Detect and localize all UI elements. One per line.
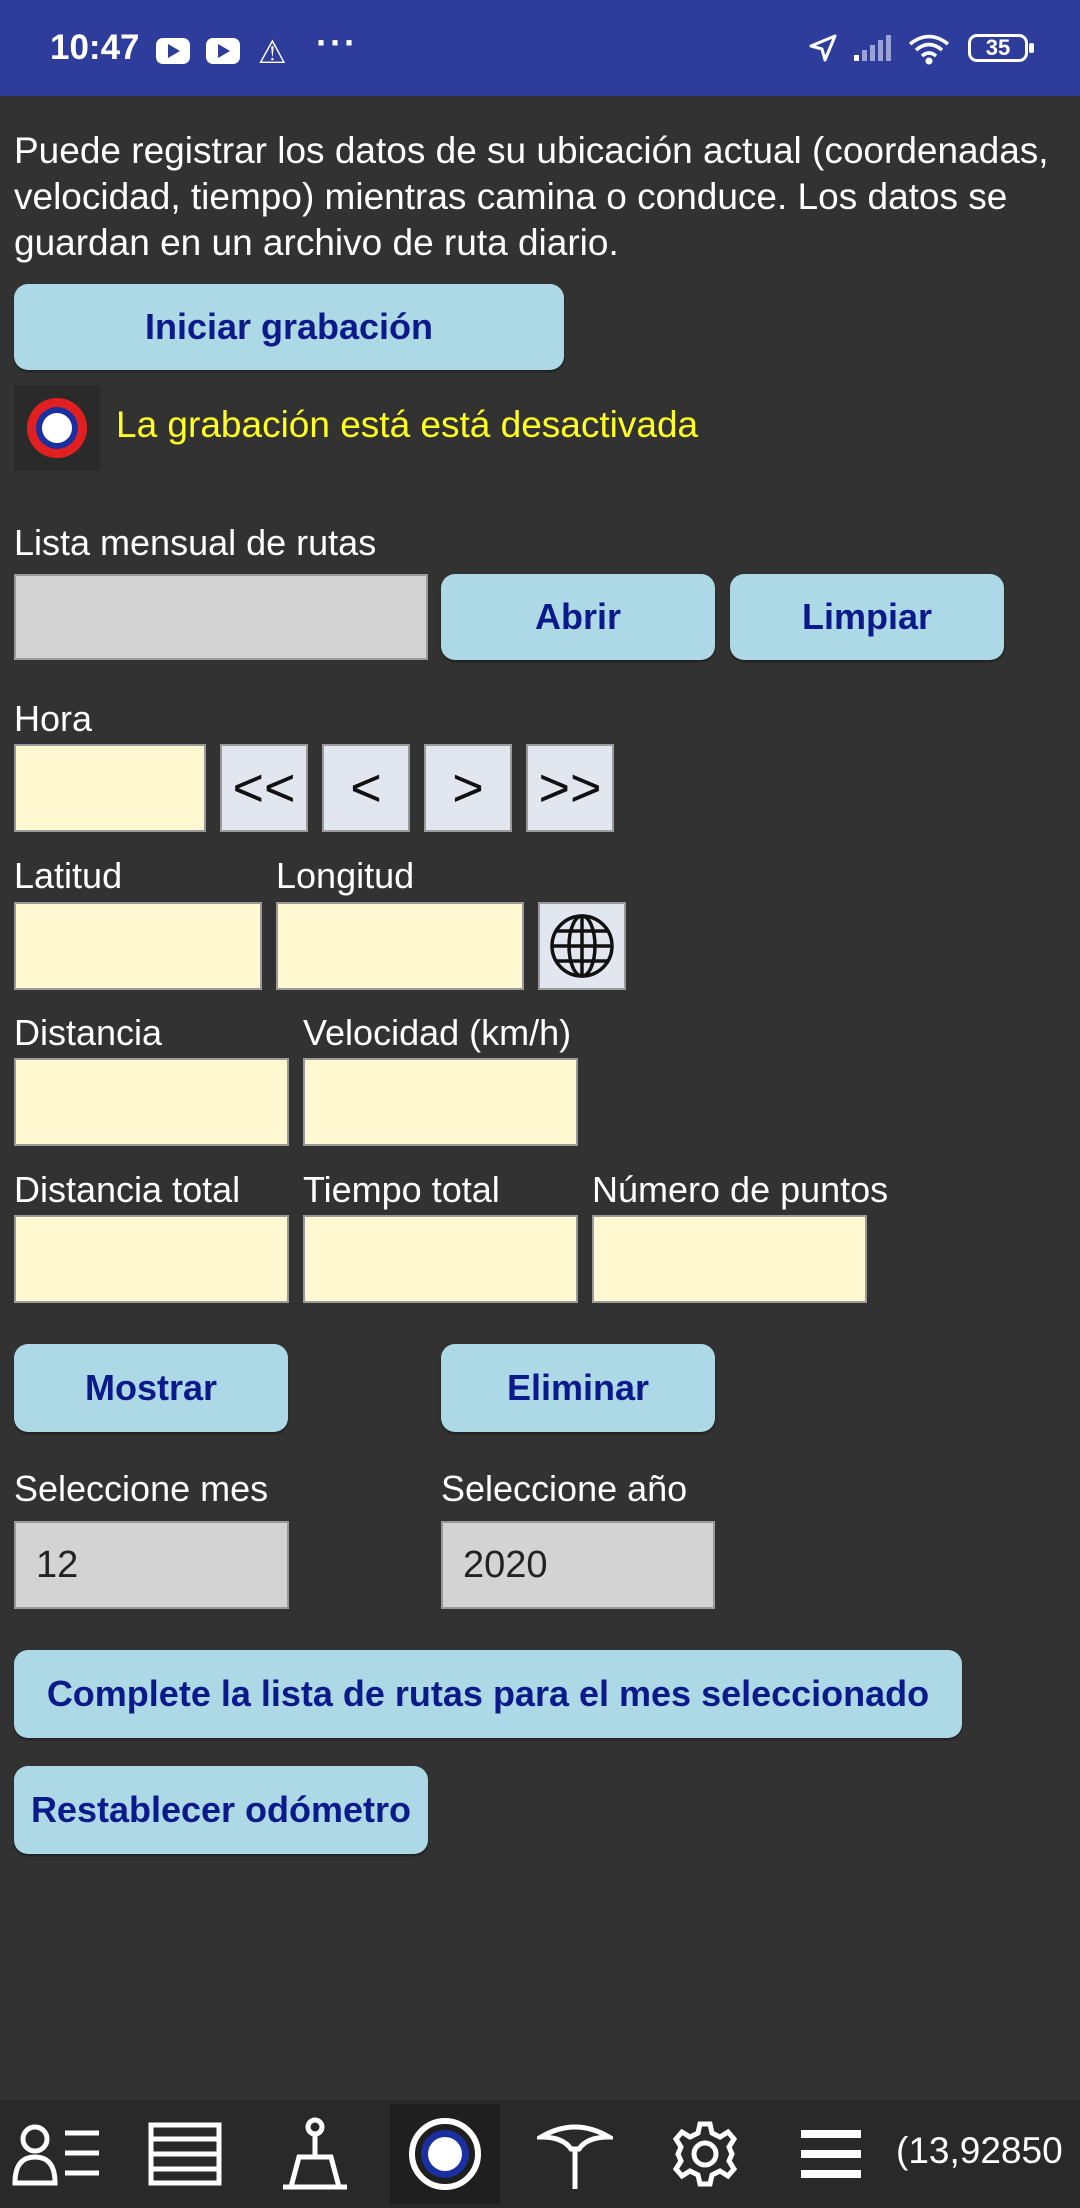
youtube-icon (156, 38, 190, 64)
survey-icon[interactable] (260, 2104, 370, 2204)
total-time-label: Tiempo total (303, 1169, 500, 1210)
time-field[interactable] (14, 744, 206, 832)
longitude-field[interactable] (276, 902, 524, 990)
longitude-label: Longitud (276, 855, 415, 896)
clear-button[interactable]: Limpiar (730, 574, 1004, 660)
signal-icon (852, 33, 892, 68)
first-point-button[interactable]: << (220, 744, 308, 832)
points-count-field[interactable] (592, 1215, 867, 1303)
youtube-icon (206, 38, 240, 64)
list-icon[interactable] (130, 2104, 240, 2204)
distance-field[interactable] (14, 1058, 289, 1146)
total-time-field[interactable] (303, 1215, 578, 1303)
pin-icon[interactable] (520, 2104, 630, 2204)
month-select[interactable]: 12 (14, 1521, 289, 1609)
latitude-label: Latitud (14, 855, 123, 896)
start-recording-button[interactable]: Iniciar grabación (14, 284, 564, 370)
status-bar: 10:47 ⚠ ··· 35 (0, 0, 1080, 96)
complete-route-list-button[interactable]: Complete la lista de rutas para el mes s… (14, 1650, 962, 1738)
record-icon[interactable] (390, 2104, 500, 2204)
latitude-field[interactable] (14, 902, 262, 990)
battery-icon: 35 (968, 34, 1034, 62)
speed-label: Velocidad (km/h) (303, 1012, 572, 1053)
time-label: Hora (14, 698, 93, 739)
gear-icon[interactable] (650, 2104, 760, 2204)
points-count-label: Número de puntos (592, 1169, 889, 1210)
coordinates-readout: (13,92850 (896, 2130, 1063, 2171)
menu-icon[interactable] (776, 2104, 886, 2204)
next-point-button[interactable]: > (424, 744, 512, 832)
recording-status-text: La grabación está está desactivada (116, 404, 699, 445)
show-button[interactable]: Mostrar (14, 1344, 288, 1432)
total-distance-field[interactable] (14, 1215, 289, 1303)
previous-point-button[interactable]: < (322, 744, 410, 832)
contacts-list-icon[interactable] (2, 2104, 112, 2204)
route-list-select[interactable] (14, 574, 428, 660)
globe-icon[interactable] (538, 902, 626, 990)
speed-field[interactable] (303, 1058, 578, 1146)
delete-button[interactable]: Eliminar (441, 1344, 715, 1432)
distance-label: Distancia (14, 1012, 163, 1053)
open-button[interactable]: Abrir (441, 574, 715, 660)
record-status-icon[interactable] (14, 385, 100, 471)
warning-icon: ⚠ (258, 34, 287, 70)
wifi-icon (908, 33, 950, 70)
total-distance-label: Distancia total (14, 1169, 241, 1210)
intro-text: Puede registrar los datos de su ubicació… (14, 130, 1049, 263)
last-point-button[interactable]: >> (526, 744, 614, 832)
year-select[interactable]: 2020 (441, 1521, 715, 1609)
status-time: 10:47 (50, 28, 140, 67)
more-dots-icon: ··· (316, 22, 358, 63)
month-label: Seleccione mes (14, 1468, 269, 1509)
year-label: Seleccione año (441, 1468, 688, 1509)
location-arrow-icon (808, 33, 838, 68)
route-list-label: Lista mensual de rutas (14, 522, 377, 563)
reset-odometer-button[interactable]: Restablecer odómetro (14, 1766, 428, 1854)
